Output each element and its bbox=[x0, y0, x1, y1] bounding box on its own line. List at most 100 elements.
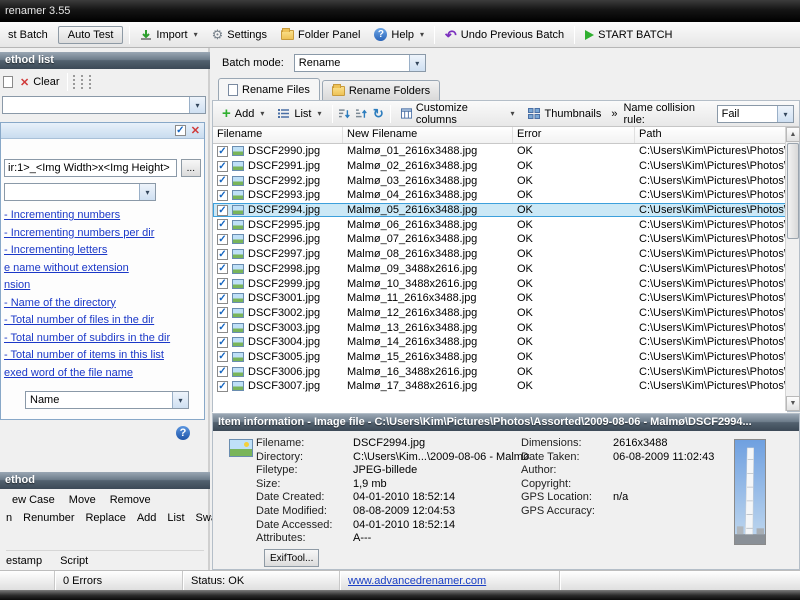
table-row[interactable]: DSCF3002.jpgMalmø_12_2616x3488.jpgOKC:\U… bbox=[213, 306, 787, 321]
method-help-button[interactable]: ? bbox=[176, 426, 190, 440]
folder-panel-button[interactable]: Folder Panel bbox=[277, 27, 364, 43]
table-row[interactable]: DSCF3005.jpgMalmø_15_2616x3488.jpgOKC:\U… bbox=[213, 350, 787, 365]
pattern-input[interactable] bbox=[4, 159, 177, 177]
tag-link[interactable]: - Incrementing numbers per dir bbox=[4, 225, 202, 243]
table-row[interactable]: DSCF3004.jpgMalmø_14_2616x3488.jpgOKC:\U… bbox=[213, 335, 787, 350]
row-checkbox[interactable] bbox=[217, 190, 228, 201]
exiftool-button[interactable]: ExifTool... bbox=[264, 549, 319, 567]
tag-link[interactable]: exed word of the file name bbox=[4, 365, 202, 383]
help-menu-button[interactable]: ? Help bbox=[370, 26, 428, 43]
vertical-scrollbar[interactable]: ▲ ▼ bbox=[785, 127, 799, 411]
row-checkbox[interactable] bbox=[217, 263, 228, 274]
row-checkbox[interactable] bbox=[217, 381, 228, 392]
row-checkbox[interactable] bbox=[217, 161, 228, 172]
row-checkbox[interactable] bbox=[217, 219, 228, 230]
dropdown-arrow-icon[interactable] bbox=[409, 55, 425, 71]
row-checkbox[interactable] bbox=[217, 278, 228, 289]
name-mode-select[interactable]: Name bbox=[25, 391, 189, 409]
close-method-icon[interactable]: ✕ bbox=[191, 124, 200, 137]
dropdown-arrow-icon[interactable] bbox=[777, 106, 793, 122]
table-row[interactable]: DSCF3007.jpgMalmø_17_3488x2616.jpgOKC:\U… bbox=[213, 379, 787, 394]
apply-to-select[interactable] bbox=[4, 183, 156, 201]
start-batch-button[interactable]: START BATCH bbox=[581, 27, 676, 43]
collision-rule-select[interactable]: Fail bbox=[717, 105, 794, 123]
dropdown-arrow-icon[interactable] bbox=[189, 97, 205, 113]
add-method-button[interactable]: Move bbox=[69, 494, 96, 506]
tag-link[interactable]: e name without extension bbox=[4, 260, 202, 278]
list-menu-button[interactable]: List bbox=[274, 106, 325, 122]
table-row[interactable]: DSCF2998.jpgMalmø_09_3488x2616.jpgOKC:\U… bbox=[213, 262, 787, 277]
add-method-button[interactable]: List bbox=[167, 512, 184, 524]
customize-columns-button[interactable]: Customize columns bbox=[397, 100, 519, 128]
column-header-filename[interactable]: Filename bbox=[213, 127, 343, 143]
table-row[interactable]: DSCF2997.jpgMalmø_08_2616x3488.jpgOKC:\U… bbox=[213, 247, 787, 262]
tag-link[interactable]: - Incrementing letters bbox=[4, 242, 202, 260]
sort-descending-icon[interactable] bbox=[356, 108, 367, 120]
toolbar-overflow-button[interactable]: » bbox=[611, 108, 617, 120]
tab-rename-files[interactable]: Rename Files bbox=[218, 78, 320, 100]
table-row[interactable]: DSCF2999.jpgMalmø_10_3488x2616.jpgOKC:\U… bbox=[213, 276, 787, 291]
table-row[interactable]: DSCF3003.jpgMalmø_13_2616x3488.jpgOKC:\U… bbox=[213, 320, 787, 335]
column-header-path[interactable]: Path bbox=[635, 127, 787, 143]
row-checkbox[interactable] bbox=[217, 293, 228, 304]
row-checkbox[interactable] bbox=[217, 175, 228, 186]
add-method-button[interactable]: Remove bbox=[110, 494, 151, 506]
column-header-error[interactable]: Error bbox=[513, 127, 635, 143]
add-method-button[interactable]: estamp bbox=[6, 555, 42, 567]
table-row[interactable]: DSCF2994.jpgMalmø_05_2616x3488.jpgOKC:\U… bbox=[213, 203, 787, 218]
row-checkbox[interactable] bbox=[217, 307, 228, 318]
add-method-button[interactable]: Replace bbox=[85, 512, 125, 524]
row-checkbox[interactable] bbox=[217, 146, 228, 157]
row-checkbox[interactable] bbox=[217, 351, 228, 362]
scroll-down-button[interactable]: ▼ bbox=[786, 396, 800, 411]
table-row[interactable]: DSCF2991.jpgMalmø_02_2616x3488.jpgOKC:\U… bbox=[213, 159, 787, 174]
add-method-button[interactable]: n bbox=[6, 512, 12, 524]
row-checkbox[interactable] bbox=[217, 205, 228, 216]
table-row[interactable]: DSCF2996.jpgMalmø_07_2616x3488.jpgOKC:\U… bbox=[213, 232, 787, 247]
table-row[interactable]: DSCF2993.jpgMalmø_04_2616x3488.jpgOKC:\U… bbox=[213, 188, 787, 203]
table-row[interactable]: DSCF2992.jpgMalmø_03_2616x3488.jpgOKC:\U… bbox=[213, 173, 787, 188]
sort-ascending-icon[interactable] bbox=[339, 108, 350, 120]
row-checkbox[interactable] bbox=[217, 366, 228, 377]
dropdown-arrow-icon[interactable] bbox=[139, 184, 155, 200]
tab-rename-folders[interactable]: Rename Folders bbox=[322, 80, 440, 100]
table-row[interactable]: DSCF2990.jpgMalmø_01_2616x3488.jpgOKC:\U… bbox=[213, 144, 787, 159]
method-enabled-checkbox[interactable] bbox=[175, 125, 186, 136]
table-row[interactable]: DSCF2995.jpgMalmø_06_2616x3488.jpgOKC:\U… bbox=[213, 217, 787, 232]
add-method-button[interactable]: ew Case bbox=[12, 494, 55, 506]
add-method-button[interactable]: Script bbox=[60, 555, 88, 567]
tag-link[interactable]: - Total number of subdirs in the dir bbox=[4, 330, 202, 348]
row-checkbox[interactable] bbox=[217, 249, 228, 260]
add-files-button[interactable]: + Add bbox=[218, 106, 268, 122]
settings-button[interactable]: ⚙ Settings bbox=[208, 26, 271, 43]
row-checkbox[interactable] bbox=[217, 322, 228, 333]
batch-mode-select[interactable]: Rename bbox=[294, 54, 426, 72]
dropdown-arrow-icon[interactable] bbox=[172, 392, 188, 408]
tag-link[interactable]: nsion bbox=[4, 277, 202, 295]
tag-link[interactable]: - Name of the directory bbox=[4, 295, 202, 313]
undo-previous-batch-button[interactable]: ↶ Undo Previous Batch bbox=[441, 27, 568, 43]
row-checkbox[interactable] bbox=[217, 337, 228, 348]
tag-link[interactable]: - Incrementing numbers bbox=[4, 207, 202, 225]
scrollbar-thumb[interactable] bbox=[787, 143, 799, 239]
import-menu-button[interactable]: Import bbox=[136, 27, 201, 43]
titlebar[interactable]: renamer 3.55 bbox=[0, 0, 800, 22]
test-batch-button[interactable]: st Batch bbox=[4, 27, 52, 43]
column-header-new-filename[interactable]: New Filename bbox=[343, 127, 513, 143]
tag-link[interactable]: - Total number of items in this list bbox=[4, 347, 202, 365]
pattern-browse-button[interactable]: ... bbox=[181, 159, 201, 177]
add-method-button[interactable]: Renumber bbox=[23, 512, 74, 524]
table-row[interactable]: DSCF3006.jpgMalmø_16_3488x2616.jpgOKC:\U… bbox=[213, 364, 787, 379]
table-row[interactable]: DSCF3001.jpgMalmø_11_2616x3488.jpgOKC:\U… bbox=[213, 291, 787, 306]
method-preset-select[interactable] bbox=[2, 96, 206, 114]
tag-link[interactable]: - Total number of files in the dir bbox=[4, 312, 202, 330]
scroll-up-button[interactable]: ▲ bbox=[786, 127, 800, 142]
new-method-icon[interactable] bbox=[3, 76, 13, 88]
add-method-button[interactable]: Add bbox=[137, 512, 157, 524]
auto-test-toggle[interactable]: Auto Test bbox=[58, 26, 124, 44]
website-link[interactable]: www.advancedrenamer.com bbox=[348, 575, 486, 587]
clear-methods-button[interactable]: ✕ Clear bbox=[18, 76, 62, 89]
thumbnails-button[interactable]: Thumbnails bbox=[524, 106, 605, 122]
refresh-icon[interactable]: ↻ bbox=[373, 108, 384, 120]
row-checkbox[interactable] bbox=[217, 234, 228, 245]
